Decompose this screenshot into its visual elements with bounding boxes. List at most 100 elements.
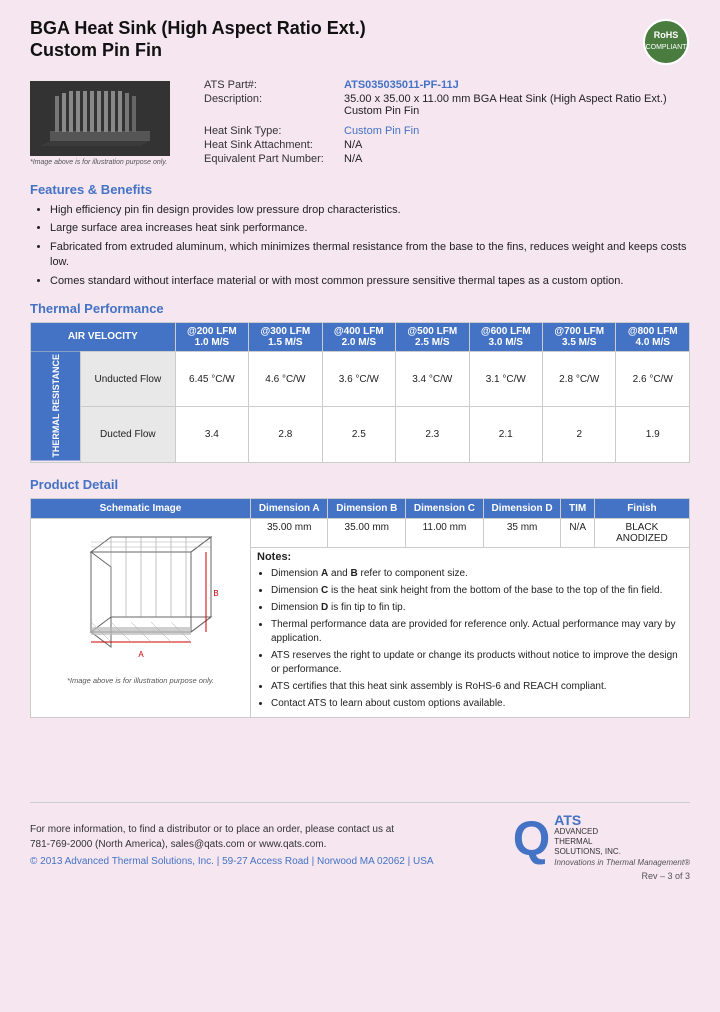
note-item: Dimension C is the heat sink height from… (271, 584, 683, 598)
dim-d-value: 35 mm (483, 518, 561, 547)
air-velocity-header: AIR VELOCITY (31, 322, 176, 351)
contact-text2: 781-769-2000 (North America), sales@qats… (30, 839, 326, 850)
features-heading: Features & Benefits (30, 182, 690, 197)
ats-part-label: ATS Part#: (200, 78, 340, 92)
note-item: ATS certifies that this heat sink assemb… (271, 680, 683, 694)
unducted-800: 2.6 °C/W (616, 351, 690, 406)
thermal-resistance-label: THERMAL RESISTANCE (31, 351, 81, 462)
rohs-badge: RoHS COMPLIANT (642, 18, 690, 66)
notes-list: Dimension A and B refer to component siz… (257, 567, 683, 711)
ducted-300: 2.8 (249, 407, 322, 462)
ducted-500: 2.3 (396, 407, 469, 462)
col-600lfm: @600 LFM 3.0 M/S (469, 322, 542, 351)
copyright: © 2013 Advanced Thermal Solutions, Inc. … (30, 856, 434, 867)
page: BGA Heat Sink (High Aspect Ratio Ext.) C… (0, 0, 720, 901)
svg-text:RoHS: RoHS (654, 30, 679, 40)
ats-logo: Q ATS ADVANCEDTHERMALSOLUTIONS, INC. Inn… (513, 813, 690, 867)
title-line2: Custom Pin Fin (30, 40, 366, 62)
note-item: Contact ATS to learn about custom option… (271, 697, 683, 711)
heat-sink-attachment-value: N/A (340, 138, 690, 152)
footer-left: For more information, to find a distribu… (30, 822, 434, 867)
col-dim-c: Dimension C (406, 498, 484, 518)
unducted-200: 6.45 °C/W (175, 351, 248, 406)
feature-item: Comes standard without interface materia… (50, 274, 690, 289)
col-400lfm: @400 LFM 2.0 M/S (322, 322, 395, 351)
col-800lfm: @800 LFM 4.0 M/S (616, 322, 690, 351)
feature-item: Fabricated from extruded aluminum, which… (50, 240, 690, 271)
product-image-box (30, 81, 170, 156)
notes-cell: Notes: Dimension A and B refer to compon… (251, 547, 690, 717)
product-detail-section: Product Detail Schematic Image Dimension… (30, 477, 690, 718)
col-700lfm: @700 LFM 3.5 M/S (542, 322, 615, 351)
image-caption: *Image above is for illustration purpose… (30, 159, 167, 166)
features-section: Features & Benefits High efficiency pin … (30, 182, 690, 289)
ducted-700: 2 (542, 407, 615, 462)
col-dim-b: Dimension B (328, 498, 406, 518)
unducted-500: 3.4 °C/W (396, 351, 469, 406)
footer-spacer (30, 732, 690, 792)
features-list: High efficiency pin fin design provides … (30, 203, 690, 289)
ducted-200: 3.4 (175, 407, 248, 462)
schematic-cell: A B (31, 518, 251, 717)
description-label: Description: (200, 92, 340, 118)
thermal-table: AIR VELOCITY @200 LFM 1.0 M/S @300 LFM 1… (30, 322, 690, 463)
ducted-flow-label: Ducted Flow (81, 407, 176, 462)
note-item: Dimension D is fin tip to fin tip. (271, 601, 683, 615)
ducted-800: 1.9 (616, 407, 690, 462)
ats-q-mark: Q (513, 816, 550, 864)
ats-text-block: ATS ADVANCEDTHERMALSOLUTIONS, INC. Innov… (554, 813, 690, 867)
dim-c-value: 11.00 mm (406, 518, 484, 547)
contact-line1: For more information, to find a distribu… (30, 822, 434, 852)
detail-table: Schematic Image Dimension A Dimension B … (30, 498, 690, 718)
ats-part-value: ATS035035011-PF-11J (340, 78, 690, 92)
ats-name: ATS (554, 813, 690, 827)
unducted-300: 4.6 °C/W (249, 351, 322, 406)
dim-a-value: 35.00 mm (251, 518, 328, 547)
schematic-image: A B (51, 522, 231, 672)
note-item: Thermal performance data are provided fo… (271, 618, 683, 646)
finish-value: BLACK ANODIZED (594, 518, 689, 547)
heat-sink-attachment-label: Heat Sink Attachment: (200, 138, 340, 152)
col-schematic: Schematic Image (31, 498, 251, 518)
col-500lfm: @500 LFM 2.5 M/S (396, 322, 469, 351)
unducted-flow-label: Unducted Flow (81, 351, 176, 406)
svg-text:COMPLIANT: COMPLIANT (646, 44, 688, 51)
notes-title: Notes: (257, 551, 683, 563)
col-300lfm: @300 LFM 1.5 M/S (249, 322, 322, 351)
schematic-caption: *Image above is for illustration purpose… (37, 676, 244, 685)
feature-item: High efficiency pin fin design provides … (50, 203, 690, 218)
note-item: ATS reserves the right to update or chan… (271, 649, 683, 677)
unducted-600: 3.1 °C/W (469, 351, 542, 406)
ats-tagline: Innovations in Thermal Management® (554, 858, 690, 867)
note-item: Dimension A and B refer to component siz… (271, 567, 683, 581)
col-dim-d: Dimension D (483, 498, 561, 518)
title-line1: BGA Heat Sink (High Aspect Ratio Ext.) (30, 18, 366, 40)
part-info-section: *Image above is for illustration purpose… (30, 78, 690, 168)
contact-text1: For more information, to find a distribu… (30, 824, 394, 835)
heat-sink-type-value: Custom Pin Fin (340, 124, 690, 138)
ducted-600: 2.1 (469, 407, 542, 462)
heat-sink-type-label: Heat Sink Type: (200, 124, 340, 138)
equivalent-part-label: Equivalent Part Number: (200, 152, 340, 166)
unducted-700: 2.8 °C/W (542, 351, 615, 406)
page-title: BGA Heat Sink (High Aspect Ratio Ext.) C… (30, 18, 366, 61)
part-details: ATS Part#: ATS035035011-PF-11J Descripti… (190, 78, 690, 168)
header: BGA Heat Sink (High Aspect Ratio Ext.) C… (30, 18, 690, 66)
unducted-400: 3.6 °C/W (322, 351, 395, 406)
ats-full: ADVANCEDTHERMALSOLUTIONS, INC. (554, 827, 690, 858)
thermal-section: Thermal Performance AIR VELOCITY @200 LF… (30, 301, 690, 463)
tim-value: N/A (561, 518, 594, 547)
product-detail-heading: Product Detail (30, 477, 690, 492)
feature-item: Large surface area increases heat sink p… (50, 221, 690, 236)
description-value: 35.00 x 35.00 x 11.00 mm BGA Heat Sink (… (340, 92, 690, 118)
footer-right: Q ATS ADVANCEDTHERMALSOLUTIONS, INC. Inn… (513, 813, 690, 867)
dim-b-value: 35.00 mm (328, 518, 406, 547)
thermal-heading: Thermal Performance (30, 301, 690, 316)
svg-text:B: B (213, 589, 218, 598)
footer: For more information, to find a distribu… (30, 802, 690, 867)
equivalent-part-value: N/A (340, 152, 690, 166)
col-200lfm: @200 LFM 1.0 M/S (175, 322, 248, 351)
svg-text:A: A (138, 650, 144, 659)
col-finish: Finish (594, 498, 689, 518)
ducted-400: 2.5 (322, 407, 395, 462)
